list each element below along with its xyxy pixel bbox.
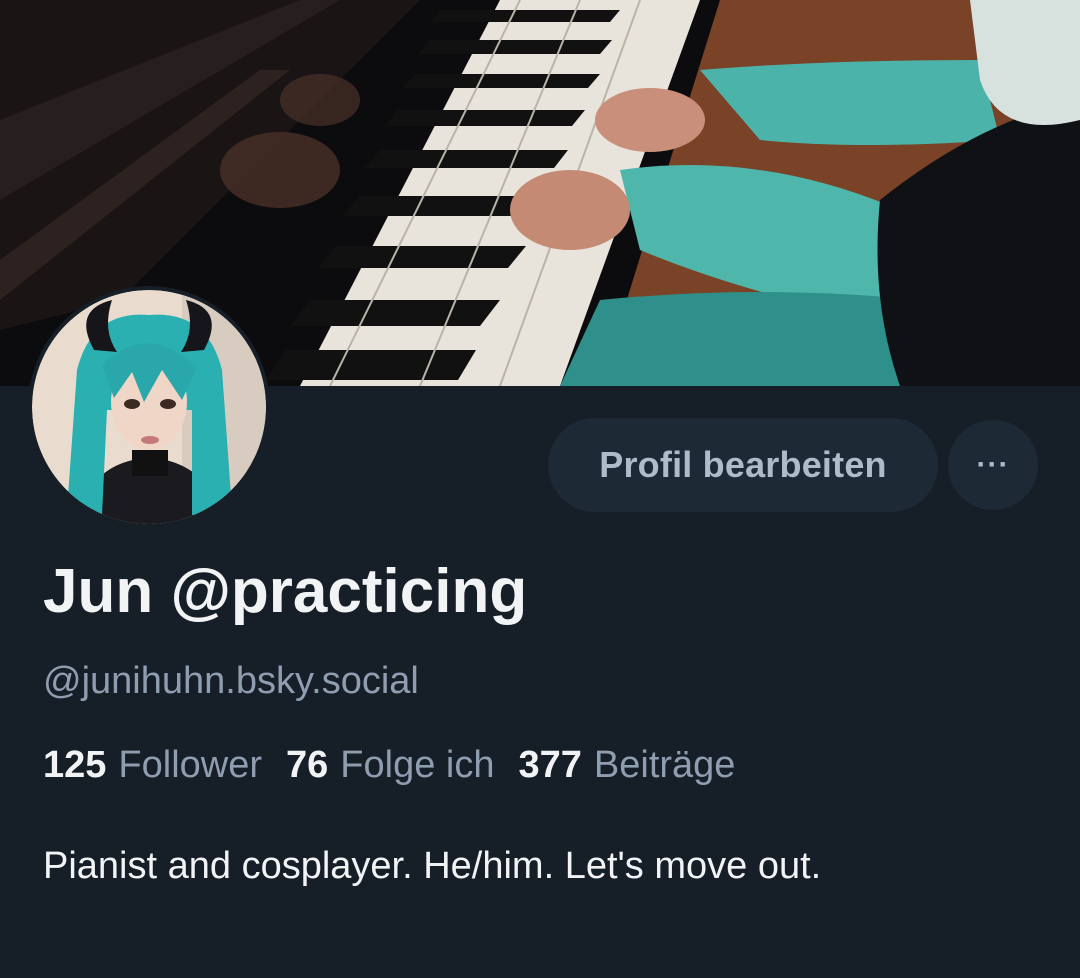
posts-count: 377 xyxy=(518,744,582,786)
ellipsis-icon: ··· xyxy=(976,448,1010,481)
following-stat[interactable]: 76 Folge ich xyxy=(286,744,494,787)
following-label: Folge ich xyxy=(340,744,495,786)
posts-stat: 377 Beiträge xyxy=(519,744,736,787)
followers-count: 125 xyxy=(43,744,107,786)
followers-stat[interactable]: 125 Follower xyxy=(43,744,262,787)
profile-avatar[interactable] xyxy=(28,286,270,528)
followers-label: Follower xyxy=(118,744,263,786)
profile-handle: @junihuhn.bsky.social xyxy=(43,660,419,702)
profile-stats: 125 Follower 76 Folge ich 377 Beiträge xyxy=(43,744,759,787)
display-name: Jun @practicing xyxy=(43,557,528,626)
more-options-button[interactable]: ··· xyxy=(948,420,1038,510)
edit-profile-button[interactable]: Profil bearbeiten xyxy=(548,418,938,512)
posts-label: Beiträge xyxy=(593,744,736,786)
following-count: 76 xyxy=(286,744,329,786)
profile-bio: Pianist and cosplayer. He/him. Let's mov… xyxy=(43,845,822,887)
edit-profile-label: Profil bearbeiten xyxy=(599,444,887,485)
